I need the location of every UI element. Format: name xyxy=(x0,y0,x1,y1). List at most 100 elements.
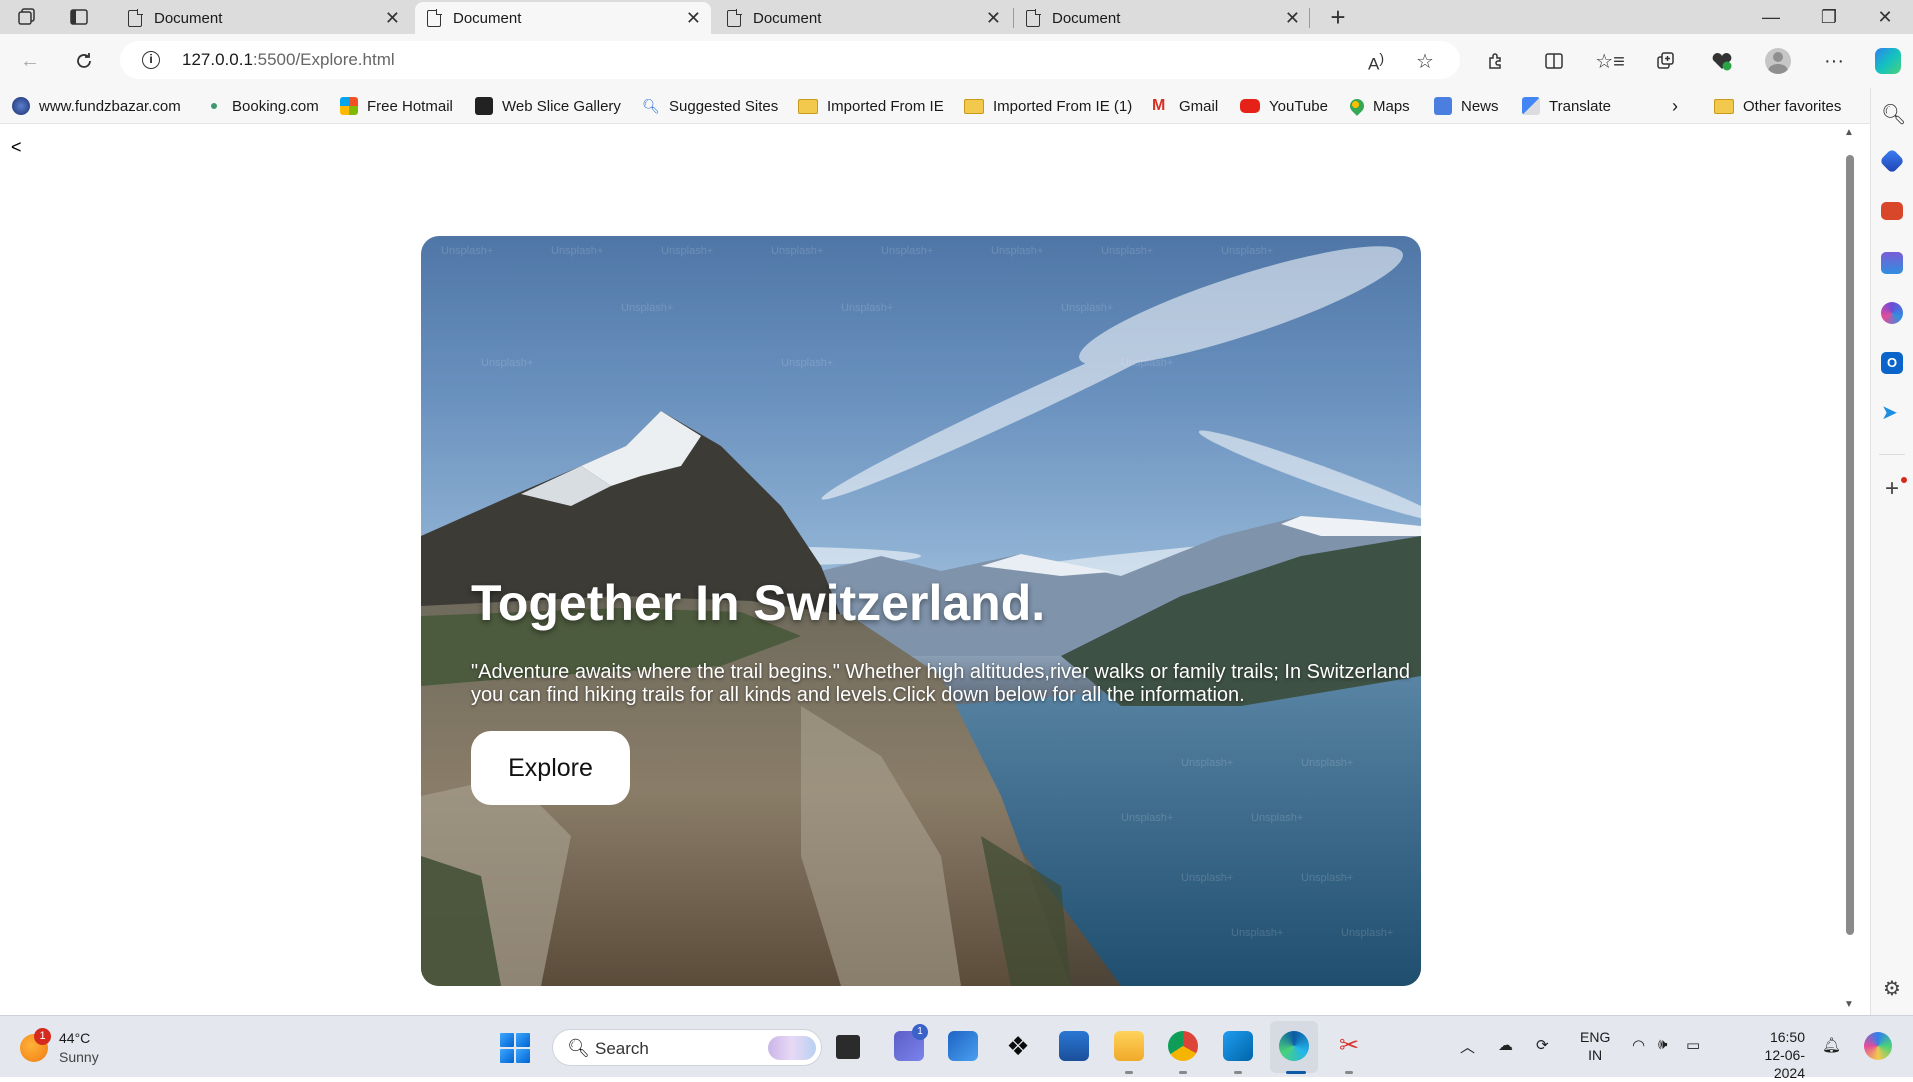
settings-more-icon[interactable]: ··· xyxy=(1820,47,1848,75)
favorite-suggested-sites[interactable]: 🔍︎ Suggested Sites xyxy=(642,95,778,117)
favorite-imported-from-ie-1[interactable]: Imported From IE (1) xyxy=(964,95,1132,117)
copilot-icon[interactable] xyxy=(1874,47,1902,75)
windows-taskbar: 1 44°C Sunny 🔍︎ Search 1 ❖ ✂ ︿ ☁ ⟳ ENG I… xyxy=(0,1015,1913,1081)
system-clock[interactable]: 16:50 12-06-2024 xyxy=(1735,1028,1805,1082)
running-indicator xyxy=(1125,1071,1133,1074)
url-text[interactable]: 127.0.0.1:5500/Explore.html xyxy=(182,50,395,70)
favorite-imported-from-ie[interactable]: Imported From IE xyxy=(798,95,944,117)
mail-icon[interactable] xyxy=(1059,1031,1089,1061)
microsoft-store-icon[interactable] xyxy=(948,1031,978,1061)
notifications-icon[interactable]: 🔔︎ xyxy=(1822,1036,1841,1054)
tab-actions-icon[interactable] xyxy=(64,4,94,30)
tab-close-icon[interactable]: ✕ xyxy=(986,8,1001,29)
favorite-translate[interactable]: Translate xyxy=(1522,95,1611,117)
document-icon xyxy=(1026,8,1041,27)
taskbar-search-label: Search xyxy=(595,1039,649,1058)
running-indicator xyxy=(1234,1071,1242,1074)
tab-document-3[interactable]: Document ✕ xyxy=(715,2,1011,34)
sidebar-outlook-icon[interactable]: O xyxy=(1881,352,1903,374)
language-indicator[interactable]: ENG IN xyxy=(1580,1028,1610,1064)
tab-document-4[interactable]: Document ✕ xyxy=(1014,2,1310,34)
scroll-up-arrow-icon[interactable]: ▲ xyxy=(1844,127,1854,138)
tab-document-1[interactable]: Document ✕ xyxy=(116,2,410,34)
favorite-maps[interactable]: Maps xyxy=(1347,95,1410,117)
favorite-youtube[interactable]: YouTube xyxy=(1240,95,1328,117)
tab-close-icon[interactable]: ✕ xyxy=(1285,8,1300,29)
running-indicator xyxy=(1179,1071,1187,1074)
other-favorites-folder[interactable]: Other favorites xyxy=(1714,95,1841,117)
more-favorites-chevron-icon[interactable]: › xyxy=(1672,95,1678,117)
onedrive-error-icon[interactable]: ☁ xyxy=(1498,1036,1513,1054)
workspaces-icon[interactable] xyxy=(12,4,42,30)
microsoft-icon xyxy=(340,97,358,115)
close-window-button[interactable]: ✕ xyxy=(1862,2,1908,32)
volume-icon[interactable]: 🕪︎ xyxy=(1658,1036,1667,1053)
gmail-icon: M xyxy=(1152,97,1166,114)
clock-time: 16:50 xyxy=(1769,1029,1805,1045)
favorite-web-slice-gallery[interactable]: Web Slice Gallery xyxy=(475,95,621,117)
show-hidden-icons-chevron-icon[interactable]: ︿ xyxy=(1460,1036,1475,1057)
sidebar-shopping-icon[interactable] xyxy=(1879,148,1905,174)
scrollbar-thumb[interactable] xyxy=(1846,155,1854,935)
collections-icon[interactable] xyxy=(1652,47,1680,75)
refresh-icon[interactable] xyxy=(70,47,98,75)
add-favorite-star-icon[interactable]: ☆ xyxy=(1416,49,1434,74)
sidebar-settings-gear-icon[interactable]: ⚙ xyxy=(1881,978,1903,1000)
address-bar[interactable]: i 127.0.0.1:5500/Explore.html A) ☆ xyxy=(120,41,1460,79)
favorite-gmail[interactable]: M Gmail xyxy=(1152,95,1218,117)
favorites-icon[interactable]: ☆≡ xyxy=(1595,47,1625,75)
extensions-icon[interactable] xyxy=(1482,47,1510,75)
site-info-icon[interactable]: i xyxy=(142,51,160,69)
sidebar-games-icon[interactable] xyxy=(1881,252,1903,274)
watermark-text: Unsplash+ xyxy=(551,245,603,257)
vscode-icon[interactable] xyxy=(1223,1031,1253,1061)
dropbox-icon[interactable]: ❖ xyxy=(1003,1031,1033,1061)
scroll-down-arrow-icon[interactable]: ▼ xyxy=(1844,999,1854,1010)
booking-icon xyxy=(205,97,223,115)
start-button[interactable] xyxy=(500,1033,530,1063)
new-tab-button[interactable]: + xyxy=(1323,2,1353,33)
page-scrollbar[interactable]: ▲ ▼ xyxy=(1843,125,1857,1015)
watermark-text: Unsplash+ xyxy=(661,245,713,257)
tab-close-icon[interactable]: ✕ xyxy=(385,8,400,29)
explore-button[interactable]: Explore xyxy=(471,731,630,805)
back-link[interactable]: < xyxy=(11,137,22,158)
active-indicator xyxy=(1286,1071,1306,1074)
favorite-fundzbazar[interactable]: www.fundzbazar.com xyxy=(12,95,181,117)
battery-icon[interactable]: ▭ xyxy=(1686,1036,1700,1054)
snipping-tool-icon[interactable]: ✂ xyxy=(1334,1031,1364,1061)
split-screen-icon[interactable] xyxy=(1540,47,1568,75)
wifi-icon[interactable]: ◠ xyxy=(1632,1036,1645,1054)
running-indicator xyxy=(1345,1071,1353,1074)
copilot-preview-icon[interactable] xyxy=(1864,1032,1892,1060)
edge-icon[interactable] xyxy=(1279,1031,1309,1061)
tab-title: Document xyxy=(1052,9,1121,27)
browser-essentials-icon[interactable] xyxy=(1708,47,1736,75)
teams-badge: 1 xyxy=(912,1024,928,1040)
maps-icon xyxy=(1347,96,1367,116)
profile-avatar-icon[interactable] xyxy=(1764,47,1792,75)
sidebar-search-icon[interactable]: 🔍︎ xyxy=(1881,102,1906,126)
tab-close-icon[interactable]: ✕ xyxy=(686,8,701,29)
sidebar-tools-icon[interactable] xyxy=(1881,202,1903,220)
watermark-text: Unsplash+ xyxy=(1181,757,1233,769)
task-view-icon[interactable] xyxy=(836,1035,860,1059)
watermark-text: Unsplash+ xyxy=(1121,357,1173,369)
sidebar-microsoft365-icon[interactable] xyxy=(1881,302,1903,324)
restore-button[interactable]: ❐ xyxy=(1806,2,1852,32)
sidebar-add-icon[interactable]: + xyxy=(1881,477,1903,501)
favorite-booking[interactable]: Booking.com xyxy=(205,95,319,117)
chrome-icon[interactable] xyxy=(1168,1031,1198,1061)
favorite-news[interactable]: News xyxy=(1434,95,1499,117)
file-explorer-icon[interactable] xyxy=(1114,1031,1144,1061)
watermark-text: Unsplash+ xyxy=(1181,872,1233,884)
tab-document-2-active[interactable]: Document ✕ xyxy=(415,2,711,34)
back-arrow-icon[interactable]: ← xyxy=(16,47,44,75)
read-aloud-icon[interactable]: A) xyxy=(1368,51,1384,75)
taskbar-search-box[interactable]: 🔍︎ Search xyxy=(552,1029,822,1066)
sync-icon[interactable]: ⟳ xyxy=(1536,1036,1549,1054)
sidebar-telegram-icon[interactable]: ➤ xyxy=(1881,402,1903,424)
minimize-button[interactable]: — xyxy=(1748,2,1794,32)
folder-icon xyxy=(798,98,818,114)
favorite-free-hotmail[interactable]: Free Hotmail xyxy=(340,95,453,117)
